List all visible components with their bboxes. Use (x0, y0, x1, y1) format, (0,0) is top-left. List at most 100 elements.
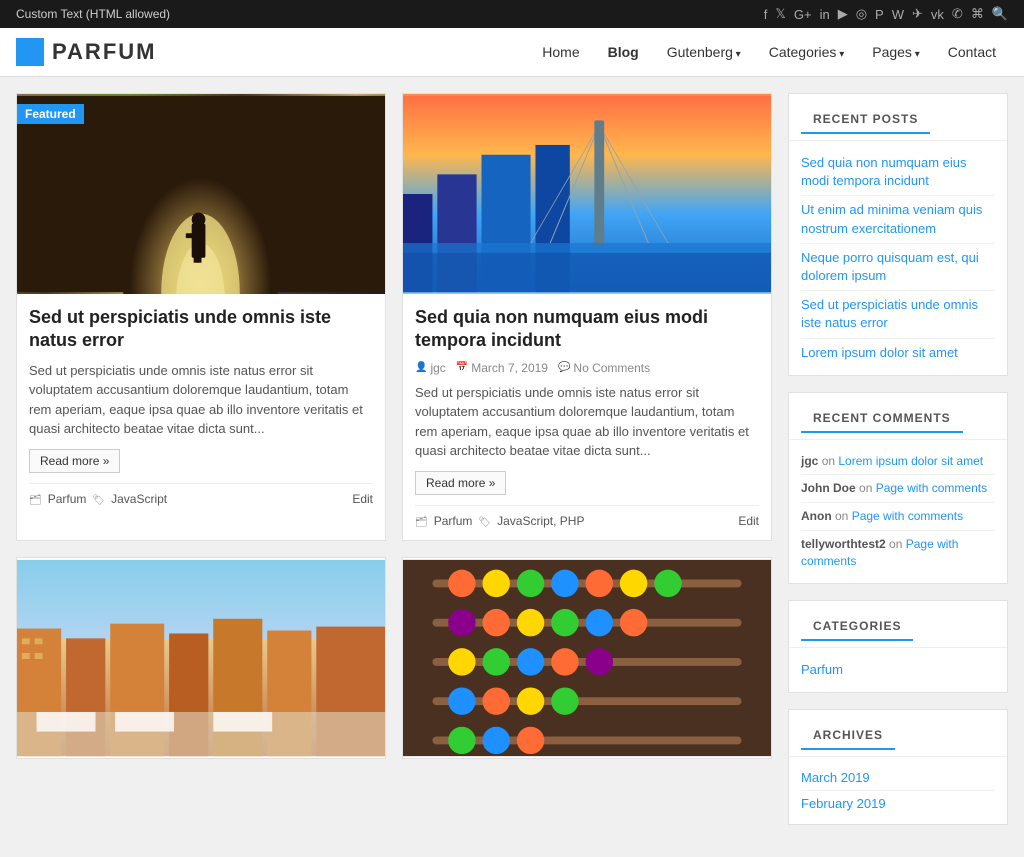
featured-badge: Featured (17, 104, 84, 124)
comment-post-2[interactable]: Page with comments (876, 481, 987, 495)
whatsapp-icon[interactable]: ✆ (952, 6, 963, 22)
recent-comment-4: tellyworthtest2 on Page with comments (801, 531, 995, 575)
folder-icon (29, 492, 42, 506)
post-2-body: Sed quia non numquam eius modi tempora i… (403, 294, 771, 540)
archives-widget: ARCHIVES March 2019 February 2019 (788, 709, 1008, 825)
nav-blog[interactable]: Blog (596, 38, 651, 66)
categories-widget: CATEGORIES Parfum (788, 600, 1008, 693)
post-2-image (403, 94, 771, 294)
recent-post-4[interactable]: Sed ut perspiciatis unde omnis iste natu… (801, 291, 995, 338)
categories-title: CATEGORIES (801, 609, 913, 641)
main: Featured Sed ut perspiciatis unde omnis … (16, 93, 772, 841)
nav: Home Blog Gutenberg Categories Pages Con… (530, 38, 1008, 66)
topbar-custom-text: Custom Text (HTML allowed) (16, 7, 170, 21)
post-1-edit[interactable]: Edit (352, 492, 373, 506)
archives-items: March 2019 February 2019 (789, 757, 1007, 824)
recent-post-1[interactable]: Sed quia non numquam eius modi tempora i… (801, 149, 995, 196)
post-2-read-more[interactable]: Read more » (415, 471, 506, 495)
post-2-comments-text: No Comments (573, 361, 650, 375)
category-1[interactable]: Parfum (801, 656, 995, 684)
logo[interactable]: PARFUM (16, 38, 156, 66)
post-1-body: Sed ut perspiciatis unde omnis iste natu… (17, 294, 385, 518)
post-1-read-more[interactable]: Read more » (29, 449, 120, 473)
recent-comments-items: jgc on Lorem ipsum dolor sit amet John D… (789, 440, 1007, 583)
recent-comment-3: Anon on Page with comments (801, 503, 995, 531)
nav-categories[interactable]: Categories (757, 38, 857, 66)
post-2-footer: Parfum JavaScript, PHP Edit (415, 505, 759, 528)
logo-box (16, 38, 44, 66)
categories-title-wrap: CATEGORIES (789, 601, 1007, 648)
post-2-edit[interactable]: Edit (738, 514, 759, 528)
post-card-3 (16, 557, 386, 759)
comment-post-3[interactable]: Page with comments (852, 509, 963, 523)
post-card-4 (402, 557, 772, 759)
recent-comments-widget: RECENT COMMENTS jgc on Lorem ipsum dolor… (788, 392, 1008, 584)
googleplus-icon[interactable]: G+ (794, 7, 812, 22)
recent-posts-title: RECENT POSTS (801, 102, 930, 134)
post-2-date: March 7, 2019 (456, 361, 548, 375)
recent-post-2[interactable]: Ut enim ad minima veniam quis nostrum ex… (801, 196, 995, 243)
user-icon (415, 362, 427, 373)
topbar: Custom Text (HTML allowed) f 𝕏 G+ in ▶ ◎… (0, 0, 1024, 28)
post-1-excerpt: Sed ut perspiciatis unde omnis iste natu… (29, 361, 373, 439)
on-3: on (835, 509, 852, 523)
post-2-excerpt: Sed ut perspiciatis unde omnis iste natu… (415, 383, 759, 461)
youtube-icon[interactable]: ▶ (838, 6, 848, 22)
recent-comments-title-wrap: RECENT COMMENTS (789, 393, 1007, 440)
nav-pages[interactable]: Pages (860, 38, 932, 66)
facebook-icon[interactable]: f (764, 7, 768, 22)
cal-icon (456, 362, 468, 373)
post-grid: Featured Sed ut perspiciatis unde omnis … (16, 93, 772, 759)
recent-post-5[interactable]: Lorem ipsum dolor sit amet (801, 339, 995, 367)
instagram-icon[interactable]: ◎ (856, 6, 867, 22)
recent-posts-title-wrap: RECENT POSTS (789, 94, 1007, 141)
post-2-date-text: March 7, 2019 (471, 361, 548, 375)
commenter-1: jgc (801, 454, 818, 468)
nav-contact[interactable]: Contact (936, 38, 1008, 66)
linkedin-icon[interactable]: in (820, 7, 830, 22)
recent-post-3[interactable]: Neque porro quisquam est, qui dolorem ip… (801, 244, 995, 291)
post-2-author: jgc (415, 361, 446, 375)
vk-icon[interactable]: vk (931, 7, 944, 22)
tag-icon (92, 492, 105, 506)
post-2-author-name: jgc (430, 361, 445, 375)
post-1-image-wrap: Featured (17, 94, 385, 294)
comment-post-1[interactable]: Lorem ipsum dolor sit amet (838, 454, 983, 468)
categories-items: Parfum (789, 648, 1007, 692)
commenter-2: John Doe (801, 481, 856, 495)
post-2-title[interactable]: Sed quia non numquam eius modi tempora i… (415, 306, 759, 353)
post-1-image (17, 94, 385, 294)
recent-posts-items: Sed quia non numquam eius modi tempora i… (789, 141, 1007, 375)
search-icon[interactable]: 🔍 (992, 6, 1008, 22)
sidebar: RECENT POSTS Sed quia non numquam eius m… (788, 93, 1008, 841)
post-2-meta: jgc March 7, 2019 No Comments (415, 361, 759, 375)
telegram-icon[interactable]: ✈ (912, 6, 923, 22)
post-1-title[interactable]: Sed ut perspiciatis unde omnis iste natu… (29, 306, 373, 353)
recent-comments-title: RECENT COMMENTS (801, 401, 963, 433)
twitter-icon[interactable]: 𝕏 (775, 6, 785, 22)
logo-text: PARFUM (52, 39, 156, 65)
archives-title-wrap: ARCHIVES (789, 710, 1007, 757)
comment-icon (558, 362, 570, 373)
pinterest-icon[interactable]: P (875, 7, 884, 22)
on-4: on (889, 537, 906, 551)
post-1-footer: Parfum JavaScript Edit (29, 483, 373, 506)
wordpress-icon[interactable]: W (892, 7, 904, 22)
tag-icon-2 (478, 514, 491, 528)
archive-2[interactable]: February 2019 (801, 791, 995, 816)
nav-gutenberg[interactable]: Gutenberg (655, 38, 753, 66)
recent-comment-1: jgc on Lorem ipsum dolor sit amet (801, 448, 995, 476)
commenter-3: Anon (801, 509, 832, 523)
post-2-tags[interactable]: JavaScript, PHP (497, 514, 584, 528)
nav-home[interactable]: Home (530, 38, 591, 66)
post-1-tags[interactable]: JavaScript (111, 492, 167, 506)
on-1: on (822, 454, 839, 468)
rss-icon[interactable]: ⌘ (971, 6, 984, 22)
post-1-category[interactable]: Parfum (48, 492, 87, 506)
post-2-category[interactable]: Parfum (434, 514, 473, 528)
folder-icon-2 (415, 514, 428, 528)
post-2-image-wrap (403, 94, 771, 294)
archive-1[interactable]: March 2019 (801, 765, 995, 791)
layout: Featured Sed ut perspiciatis unde omnis … (0, 77, 1024, 857)
recent-posts-widget: RECENT POSTS Sed quia non numquam eius m… (788, 93, 1008, 376)
